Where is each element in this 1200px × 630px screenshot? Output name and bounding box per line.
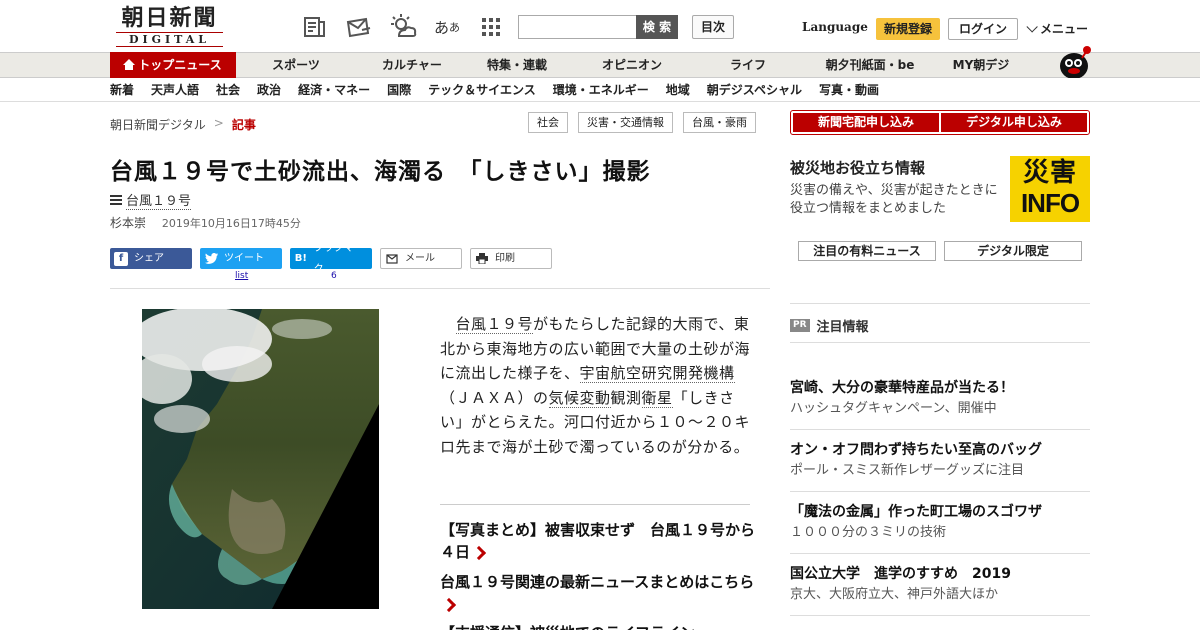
language-link[interactable]: Language	[802, 20, 868, 34]
divider	[110, 288, 770, 289]
pr-item[interactable]: 「魔法の金属」作った町工場のスゴワザ １０００分の３ミリの技術	[790, 502, 1090, 554]
hatena-count[interactable]: 6	[331, 271, 337, 281]
subnav-special[interactable]: 朝デジスペシャル	[707, 78, 802, 102]
arrow-right-icon	[441, 597, 457, 612]
font-size-icon[interactable]: ああ	[432, 12, 462, 42]
article-headline: 台風１９号で土砂流出、海濁る 「しきさい」撮影	[110, 159, 651, 185]
breadcrumb-sep: >	[213, 116, 224, 130]
chevron-down-icon	[1026, 20, 1038, 33]
breadcrumb: 朝日新聞デジタル > 記事	[110, 116, 256, 133]
tag-society[interactable]: 社会	[528, 112, 568, 133]
satellite-photo[interactable]	[142, 309, 379, 609]
disaster-info-title[interactable]: 被災地お役立ち情報	[790, 157, 925, 178]
print-button[interactable]: 印刷	[470, 248, 552, 269]
menu-button[interactable]: メニュー	[1026, 20, 1088, 37]
login-button[interactable]: ログイン	[948, 18, 1018, 40]
sub-nav: 新着 天声人語 社会 政治 経済・マネー 国際 テック＆サイエンス 環境・エネル…	[0, 78, 1200, 102]
tag-typhoon[interactable]: 台風・豪雨	[683, 112, 756, 133]
subnav-society[interactable]: 社会	[216, 78, 240, 102]
subnav-politics[interactable]: 政治	[257, 78, 281, 102]
series-link[interactable]: 台風１９号	[110, 190, 192, 210]
twitter-share-button[interactable]: ツイート	[200, 248, 282, 269]
share-bar: f シェア ツイート B! ブックマーク メール 印刷	[110, 243, 552, 275]
weather-icon[interactable]	[388, 12, 418, 42]
register-button[interactable]: 新規登録	[876, 18, 940, 40]
mail-icon	[385, 252, 399, 266]
logo-jp: 朝日新聞	[121, 5, 218, 31]
related-link-news[interactable]: 台風１９号関連の最新ニュースまとめはこちら	[440, 571, 760, 615]
search-input[interactable]	[518, 15, 638, 39]
nav-sports[interactable]: スポーツ	[236, 53, 356, 77]
article-tags: 社会 災害・交通情報 台風・豪雨	[528, 112, 756, 133]
site-header: 朝日新聞 DIGITAL ああ 検 索 目次 Language 新規登録 ログイ…	[0, 0, 1200, 52]
keyword-link-climate[interactable]: 気候変動	[548, 388, 611, 408]
nav-paper[interactable]: 朝夕刊紙面・be	[798, 53, 942, 77]
arrow-right-icon	[471, 545, 487, 560]
breadcrumb-home[interactable]: 朝日新聞デジタル	[110, 116, 206, 133]
grid-menu-icon[interactable]	[476, 12, 506, 42]
disaster-info-logo[interactable]: 災害 INFO	[1010, 156, 1090, 222]
hatena-icon: B!	[294, 253, 307, 264]
nav-features[interactable]: 特集・連載	[468, 53, 566, 77]
digital-only-button[interactable]: デジタル限定	[944, 241, 1082, 261]
pr-header: PR 注目情報	[790, 316, 869, 335]
header-icons: ああ	[300, 12, 506, 42]
divider	[790, 303, 1090, 304]
nav-life[interactable]: ライフ	[698, 53, 798, 77]
nav-top-news[interactable]: トップニュース	[110, 52, 236, 78]
byline: 杉本崇 2019年10月16日17時45分	[110, 214, 301, 231]
list-icon	[110, 195, 122, 205]
subnav-international[interactable]: 国際	[387, 78, 411, 102]
printer-icon	[475, 252, 489, 266]
mail-news-icon[interactable]	[344, 12, 374, 42]
related-link-photos[interactable]: 【写真まとめ】被害収束せず 台風１９号から４日	[440, 519, 760, 563]
subscription-box: 新聞宅配申し込み デジタル申し込み	[790, 110, 1090, 135]
related-link-support[interactable]: 【支援通信】被災地でのライフライン	[440, 622, 760, 630]
nav-my[interactable]: MY朝デジ	[942, 53, 1020, 77]
site-logo[interactable]: 朝日新聞 DIGITAL	[112, 5, 227, 47]
newspaper-icon[interactable]	[300, 12, 330, 42]
mail-share-button[interactable]: メール	[380, 248, 462, 269]
nav-culture[interactable]: カルチャー	[356, 53, 468, 77]
subnav-tensei[interactable]: 天声人語	[151, 78, 199, 102]
digital-subscribe-button[interactable]: デジタル申し込み	[941, 113, 1087, 132]
nav-opinion[interactable]: オピニオン	[566, 53, 698, 77]
right-buttons: 注目の有料ニュース デジタル限定	[798, 241, 1082, 261]
home-icon	[123, 59, 136, 70]
subnav-tech[interactable]: テック＆サイエンス	[428, 78, 536, 102]
breadcrumb-current: 記事	[231, 118, 256, 132]
keyword-link-satellite[interactable]: 衛星	[641, 388, 673, 408]
subnav-photo[interactable]: 写真・動画	[819, 78, 879, 102]
publish-date: 2019年10月16日17時45分	[161, 217, 301, 230]
twitter-icon	[204, 252, 218, 266]
tag-disaster[interactable]: 災害・交通情報	[578, 112, 673, 133]
pr-item[interactable]: オン・オフ問わず持ちたい至高のバッグ ポール・スミス新作レザーグッズに注目	[790, 440, 1090, 492]
subnav-environment[interactable]: 環境・エネルギー	[553, 78, 649, 102]
disaster-info-desc: 災害の備えや、災害が起きたときに役立つ情報をまとめました	[790, 183, 998, 216]
article-body: 台風１９号がもたらした記録的大雨で、東北から東海地方の広い範囲で大量の土砂が海に…	[440, 315, 751, 456]
contents-button[interactable]: 目次	[692, 15, 734, 39]
pr-item[interactable]: 宮崎、大分の豪華特産品が当たる！ ハッシュタグキャンペーン、開催中	[790, 378, 1090, 430]
keyword-link-typhoon[interactable]: 台風１９号	[455, 315, 534, 334]
keyword-link-jaxa[interactable]: 宇宙航空研究開発機構	[579, 364, 735, 383]
logo-en: DIGITAL	[116, 32, 223, 47]
hatena-bookmark-button[interactable]: B! ブックマーク	[290, 243, 372, 275]
divider	[790, 342, 1090, 343]
subnav-region[interactable]: 地域	[666, 78, 690, 102]
main-nav: トップニュース スポーツ カルチャー 特集・連載 オピニオン ライフ 朝夕刊紙面…	[0, 52, 1200, 78]
facebook-icon: f	[114, 251, 128, 266]
author: 杉本崇	[110, 216, 147, 230]
twitter-count[interactable]: list	[235, 271, 248, 281]
divider	[440, 504, 750, 505]
subnav-economy[interactable]: 経済・マネー	[298, 78, 370, 102]
newspaper-subscribe-button[interactable]: 新聞宅配申し込み	[793, 113, 939, 132]
pr-badge: PR	[790, 319, 810, 332]
facebook-share-button[interactable]: f シェア	[110, 248, 192, 269]
pr-item[interactable]: 国公立大学 進学のすすめ 2019 京大、大阪府立大、神戸外語大ほか	[790, 564, 1090, 616]
featured-paid-news-button[interactable]: 注目の有料ニュース	[798, 241, 936, 261]
mascot-icon[interactable]	[1056, 44, 1092, 80]
search-button[interactable]: 検 索	[636, 15, 678, 39]
subnav-new[interactable]: 新着	[110, 78, 134, 102]
